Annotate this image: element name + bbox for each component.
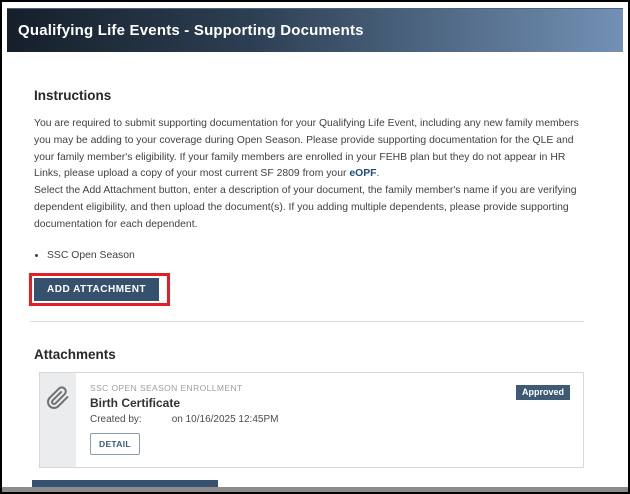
qle-list: SSC Open Season: [34, 248, 584, 263]
section-divider: [30, 320, 584, 322]
attachment-category: SSC OPEN SEASON ENROLLMENT: [90, 382, 243, 393]
instructions-heading: Instructions: [34, 88, 112, 103]
page-title: Qualifying Life Events - Supporting Docu…: [18, 22, 364, 39]
instructions-paragraph-1-suffix: .: [376, 168, 380, 180]
instructions-paragraph-1-text: You are required to submit supporting do…: [34, 118, 579, 180]
created-on-timestamp: on 10/16/2025 12:45PM: [171, 413, 279, 425]
detail-button[interactable]: DETAIL: [90, 432, 140, 455]
created-by-label: Created by:: [90, 413, 142, 425]
instructions-paragraph-2: Select the Add Attachment button, enter …: [34, 185, 577, 230]
attachments-heading: Attachments: [34, 346, 116, 362]
attachment-card-body: SSC OPEN SEASON ENROLLMENT Birth Certifi…: [76, 373, 583, 467]
page: Qualifying Life Events - Supporting Docu…: [0, 0, 630, 494]
paperclip-icon: [40, 372, 76, 467]
main-content: Instructions You are required to submit …: [2, 88, 628, 492]
list-item-ssc-open-season: SSC Open Season: [47, 248, 584, 263]
status-badge: Approved: [515, 384, 570, 400]
eopf-link[interactable]: eOPF: [349, 168, 376, 179]
attachment-card: SSC OPEN SEASON ENROLLMENT Birth Certifi…: [39, 371, 584, 468]
page-header: Qualifying Life Events - Supporting Docu…: [7, 8, 623, 52]
bottom-scrollbar[interactable]: [2, 487, 628, 492]
paperclip-icon-svg: [47, 385, 69, 409]
instructions-paragraph-1: You are required to submit supporting do…: [34, 116, 584, 183]
attachment-title: Birth Certificate: [90, 395, 181, 410]
add-attachment-button[interactable]: ADD ATTACHMENT: [34, 277, 160, 301]
attachment-created-row: Created by: on 10/16/2025 12:45PM: [90, 414, 571, 425]
red-highlight-box: ADD ATTACHMENT: [29, 272, 171, 306]
